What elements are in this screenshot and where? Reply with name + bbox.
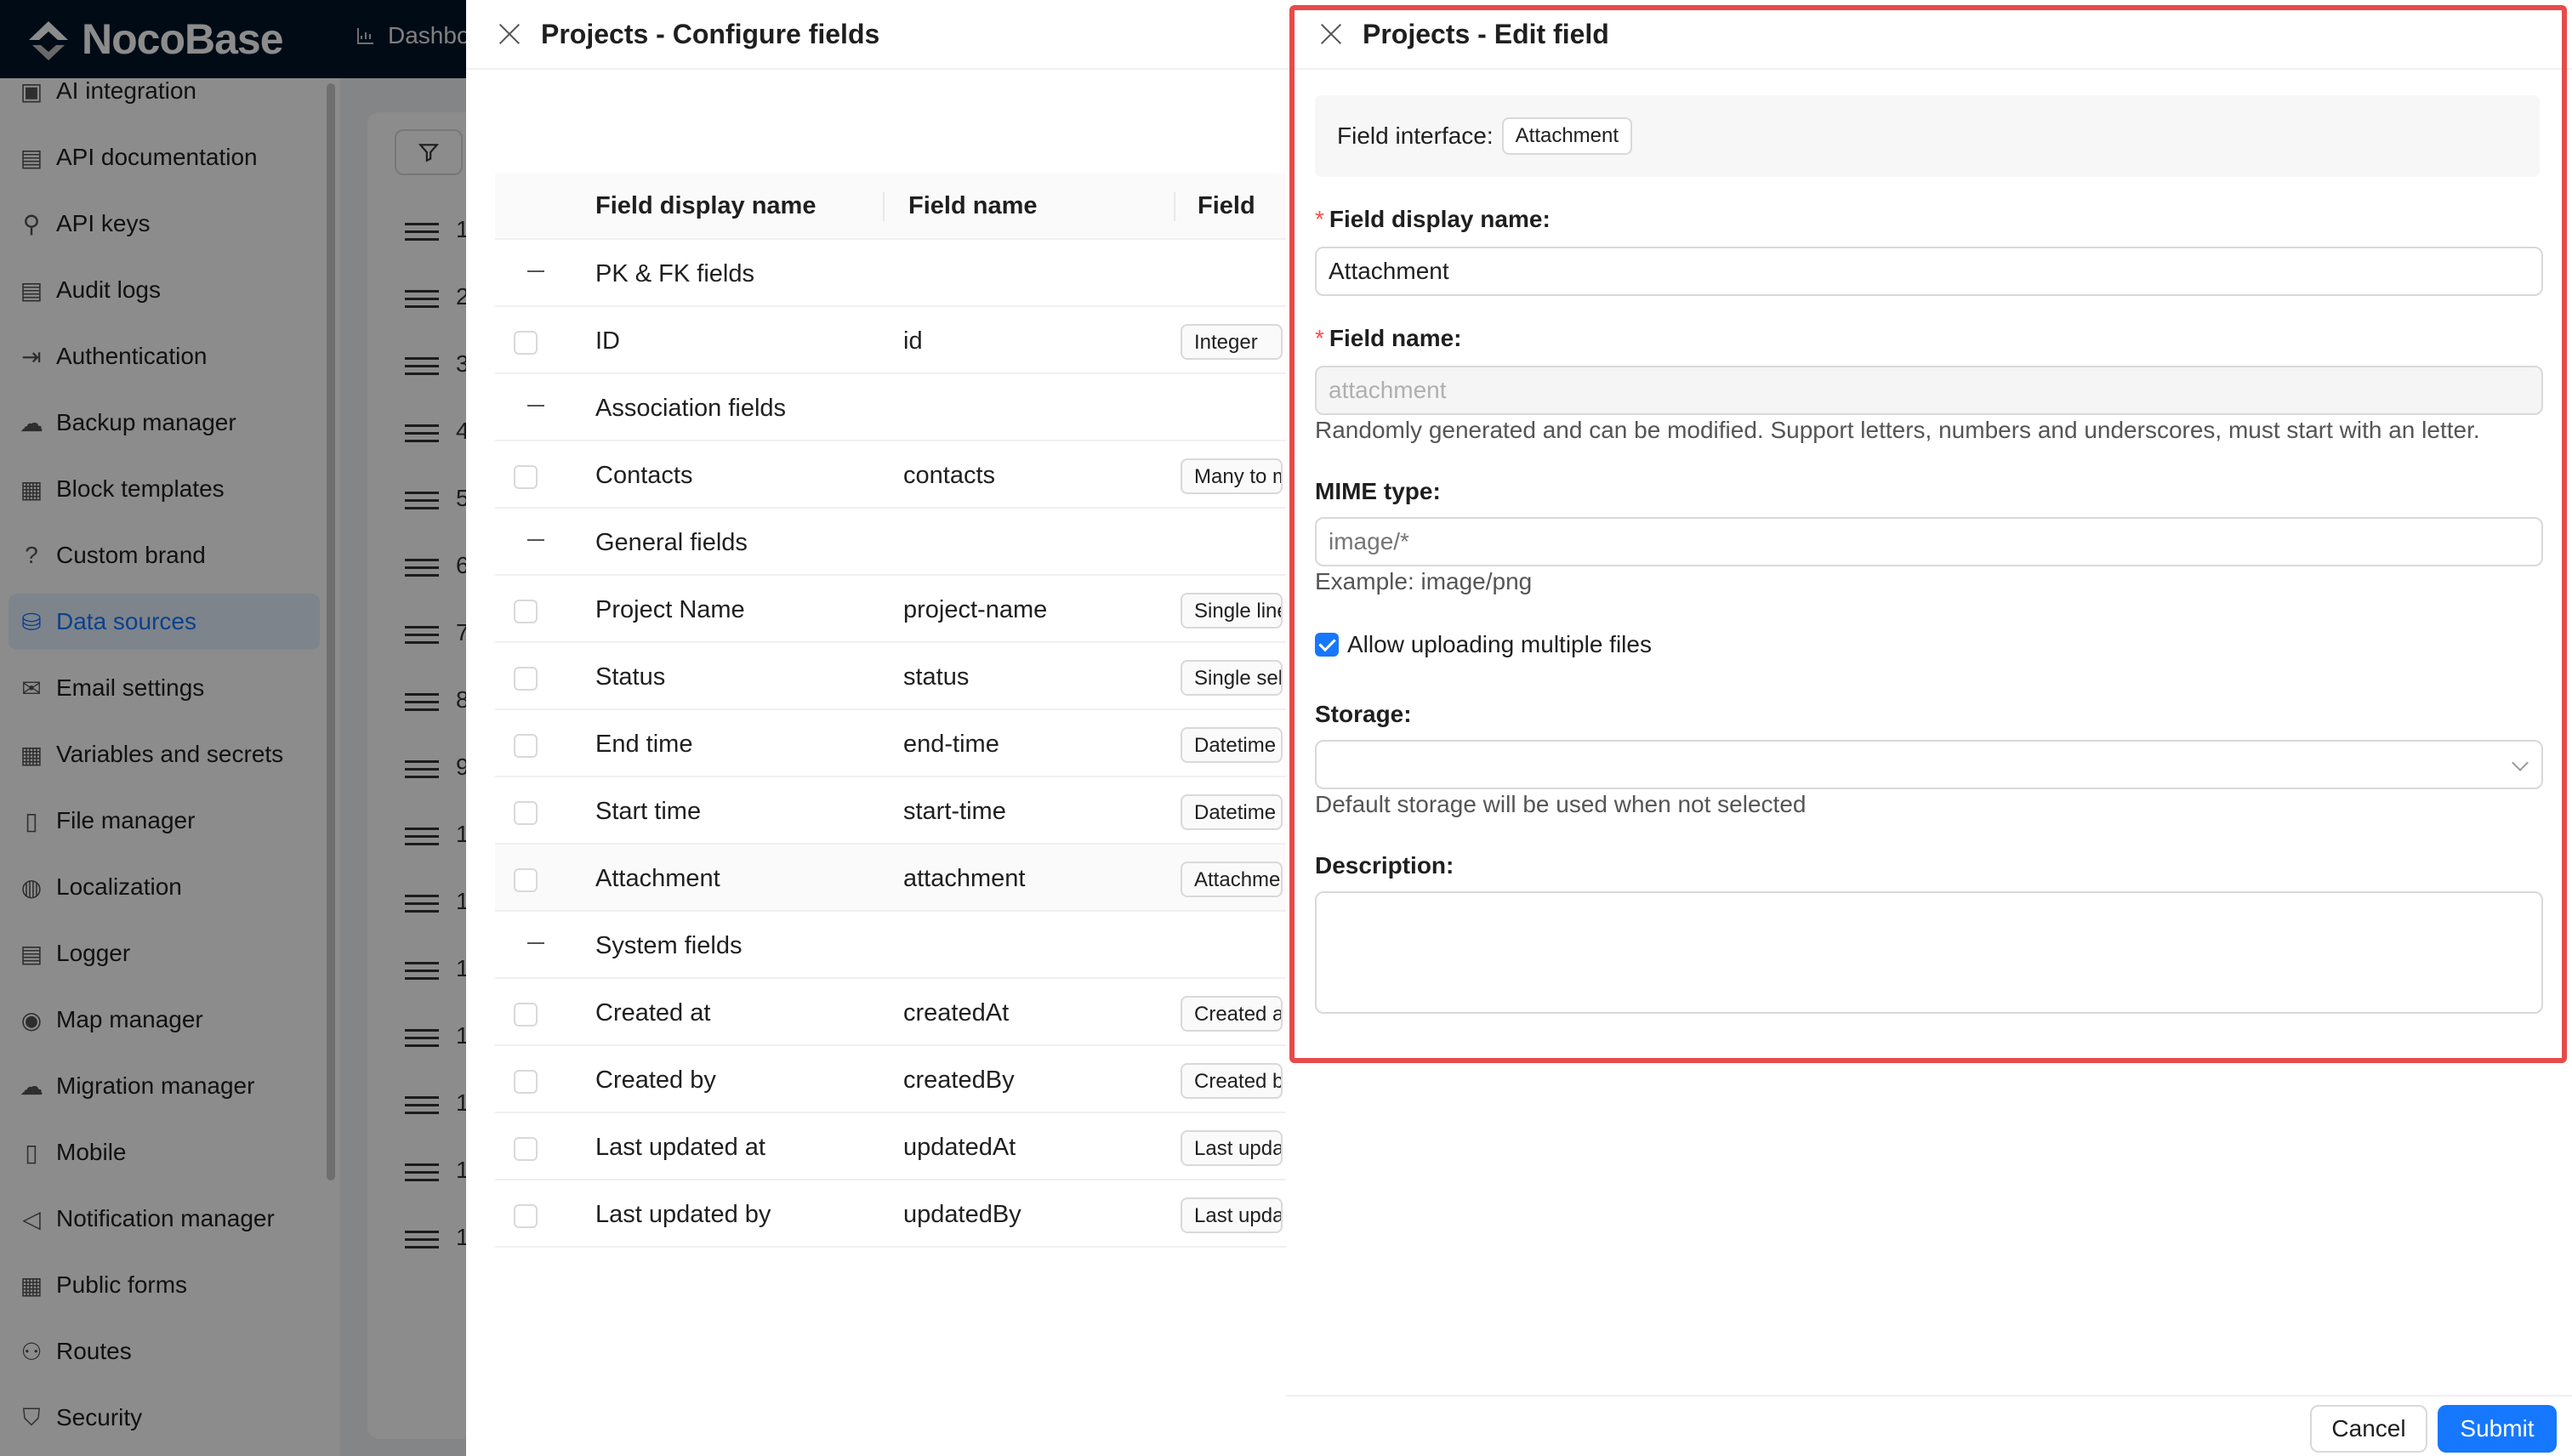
mime-type-label: MIME type: <box>1315 478 1441 504</box>
field-interface-tag: Last updated by <box>1181 1197 1283 1233</box>
row-checkbox[interactable] <box>514 734 538 758</box>
field-display-name: Created at <box>595 999 711 1027</box>
field-name: start-time <box>903 798 1006 825</box>
field-interface-tag: Attachment <box>1501 117 1633 155</box>
display-name-label: * Field display name: <box>1315 206 1551 232</box>
field-interface-tag: Single select <box>1181 660 1283 696</box>
field-display-name: ID <box>595 327 620 355</box>
field-interface-box: Field interface: Attachment <box>1315 95 2540 177</box>
storage-label: Storage: <box>1315 701 1412 727</box>
field-display-name: Project Name <box>595 596 745 623</box>
field-interface-tag: Many to many <box>1181 458 1283 494</box>
drawer-footer: Cancel Submit <box>1286 1395 2572 1456</box>
field-display-name: Status <box>595 663 666 691</box>
cancel-button[interactable]: Cancel <box>2310 1405 2427 1453</box>
field-display-name: End time <box>595 731 693 758</box>
field-name: updatedAt <box>903 1134 1016 1161</box>
column-header-field-interface[interactable]: Field <box>1198 192 1255 220</box>
required-mark: * <box>1315 325 1324 351</box>
row-checkbox[interactable] <box>514 1070 538 1094</box>
mime-type-help: Example: image/png <box>1315 568 1533 594</box>
edit-drawer-header: Projects - Edit field <box>1286 0 2572 70</box>
row-checkbox[interactable] <box>514 1003 538 1027</box>
field-name-input: attachment <box>1315 366 2543 415</box>
field-group-label: Association fields <box>595 395 787 422</box>
close-icon[interactable] <box>498 23 521 45</box>
field-interface-tag: Datetime <box>1181 727 1283 763</box>
row-checkbox[interactable] <box>514 667 538 691</box>
row-checkbox[interactable] <box>514 600 538 623</box>
edit-drawer-title: Projects - Edit field <box>1363 18 1609 49</box>
field-name-label: * Field name: <box>1315 325 1462 351</box>
field-display-name: Last updated by <box>595 1201 771 1228</box>
field-interface-label: Field interface: <box>1337 122 1494 149</box>
field-name: createdAt <box>903 999 1010 1027</box>
field-group-label: System fields <box>595 932 743 959</box>
multiple-files-option[interactable]: Allow uploading multiple files <box>1315 631 1652 658</box>
field-display-name: Start time <box>595 798 702 825</box>
field-name: end-time <box>903 731 999 758</box>
field-interface-tag: Integer <box>1181 324 1283 360</box>
field-interface-tag: Last updated at <box>1181 1130 1283 1166</box>
collapse-icon[interactable] <box>527 539 544 541</box>
column-header-field-name[interactable]: Field name <box>908 192 1038 220</box>
edit-field-drawer: Projects - Edit field Field interface: A… <box>1286 0 2572 1456</box>
storage-select[interactable] <box>1315 740 2543 789</box>
submit-button[interactable]: Submit <box>2438 1405 2557 1453</box>
field-name: id <box>903 327 923 355</box>
collapse-icon[interactable] <box>527 405 544 407</box>
field-interface-tag: Single line text <box>1181 593 1283 628</box>
column-header-display-name[interactable]: Field display name <box>595 192 816 220</box>
row-checkbox[interactable] <box>514 1137 538 1161</box>
field-display-name: Attachment <box>595 865 720 892</box>
field-name: project-name <box>903 596 1048 623</box>
required-mark: * <box>1315 206 1324 232</box>
storage-help: Default storage will be used when not se… <box>1315 791 1807 817</box>
close-icon[interactable] <box>1320 23 1342 45</box>
field-interface-tag: Created at <box>1181 996 1283 1032</box>
row-checkbox[interactable] <box>514 801 538 825</box>
field-interface-tag: Created by <box>1181 1063 1283 1099</box>
description-textarea[interactable] <box>1315 891 2543 1014</box>
field-name: attachment <box>903 865 1026 892</box>
row-checkbox[interactable] <box>514 868 538 892</box>
chevron-down-icon <box>2512 754 2529 771</box>
row-checkbox[interactable] <box>514 1204 538 1228</box>
field-name: status <box>903 663 970 691</box>
mime-type-input[interactable] <box>1315 517 2543 566</box>
field-display-name: Created by <box>595 1066 716 1094</box>
field-display-name: Contacts <box>595 462 693 489</box>
field-group-label: PK & FK fields <box>595 260 754 287</box>
field-interface-tag: Datetime <box>1181 794 1283 830</box>
field-name: updatedBy <box>903 1201 1021 1228</box>
row-checkbox[interactable] <box>514 331 538 355</box>
field-name: contacts <box>903 462 995 489</box>
description-label: Description: <box>1315 852 1454 879</box>
multiple-files-label: Allow uploading multiple files <box>1347 631 1652 657</box>
collapse-icon[interactable] <box>527 942 544 944</box>
field-display-name: Last updated at <box>595 1134 765 1161</box>
configure-drawer-title: Projects - Configure fields <box>541 18 880 49</box>
collapse-icon[interactable] <box>527 270 544 272</box>
field-name-help: Randomly generated and can be modified. … <box>1315 417 2480 443</box>
field-group-label: General fields <box>595 529 748 556</box>
display-name-input[interactable] <box>1315 247 2543 296</box>
field-interface-tag: Attachment <box>1181 862 1283 897</box>
field-name: createdBy <box>903 1066 1015 1094</box>
row-checkbox[interactable] <box>514 465 538 489</box>
multiple-files-checkbox[interactable] <box>1315 633 1339 657</box>
